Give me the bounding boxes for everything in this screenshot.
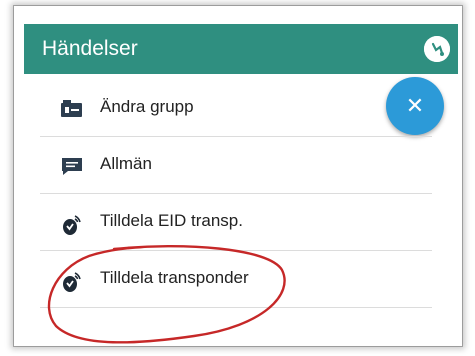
- menu-item-label: Tilldela EID transp.: [100, 211, 243, 230]
- events-header: Händelser: [24, 24, 458, 74]
- menu-item-andra-grupp[interactable]: Ändra grupp: [40, 80, 432, 137]
- comment-icon: [60, 155, 84, 177]
- menu-item-label: Ändra grupp: [100, 97, 194, 116]
- header-title: Händelser: [42, 37, 138, 60]
- menu-item-allman[interactable]: Allmän: [40, 137, 432, 194]
- vet-icon[interactable]: [424, 36, 450, 62]
- menu-item-tilldela-eid[interactable]: Tilldela EID transp.: [40, 194, 432, 251]
- transponder-icon: [60, 212, 84, 235]
- highlight-circle-annotation: [47, 245, 286, 344]
- group-icon: [60, 98, 84, 120]
- menu-item-label: Allmän: [100, 154, 152, 173]
